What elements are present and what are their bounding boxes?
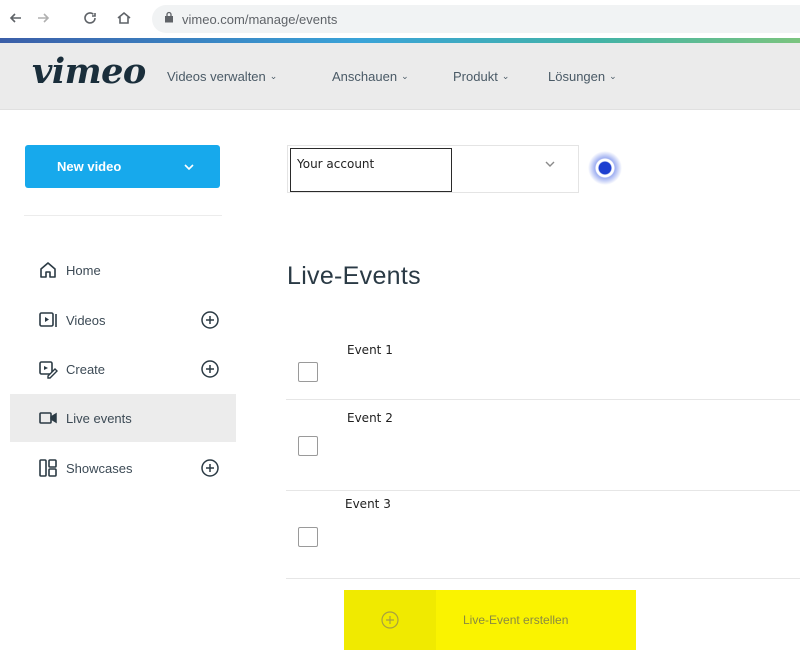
camera-icon [38, 408, 58, 428]
nav-videos-verwalten[interactable]: Videos verwalten ⌄ [167, 69, 277, 84]
nav-label: Anschauen [332, 69, 398, 84]
sidebar-item-live-events[interactable]: Live events [10, 394, 236, 442]
vimeo-logo[interactable]: vimeo [32, 51, 146, 92]
sidebar: New video Home Videos Create Live events… [0, 111, 250, 650]
sidebar-item-label: Live events [66, 410, 132, 426]
event-name[interactable]: Event 2 [347, 411, 393, 425]
top-navigation: vimeo Videos verwalten ⌄ Anschauen ⌄ Pro… [0, 43, 800, 110]
chevron-down-icon [184, 159, 194, 174]
row-divider [286, 490, 800, 491]
sidebar-divider [24, 215, 222, 216]
new-video-button[interactable]: New video [25, 145, 220, 188]
forward-icon[interactable] [33, 8, 53, 28]
create-live-event-label: Live-Event erstellen [463, 613, 569, 627]
add-video-icon[interactable] [200, 310, 220, 330]
row-divider [286, 399, 800, 400]
nav-anschauen[interactable]: Anschauen ⌄ [332, 69, 409, 84]
event-checkbox[interactable] [298, 362, 318, 382]
home-browser-icon[interactable] [114, 8, 134, 28]
chevron-down-icon: ⌄ [609, 71, 617, 81]
sidebar-item-home[interactable]: Home [10, 246, 236, 294]
nav-label: Produkt [453, 69, 498, 84]
lock-icon [164, 10, 174, 28]
row-divider [286, 578, 800, 579]
account-select-value[interactable]: Your account [290, 148, 452, 192]
nav-loesungen[interactable]: Lösungen ⌄ [548, 69, 617, 84]
video-icon [38, 310, 58, 330]
add-create-icon[interactable] [200, 359, 220, 379]
chevron-down-icon: ⌄ [269, 71, 278, 81]
showcase-icon [38, 458, 58, 478]
chevron-down-icon[interactable] [543, 157, 557, 171]
sidebar-item-create[interactable]: Create [10, 345, 236, 393]
add-showcase-icon[interactable] [200, 458, 220, 478]
event-name[interactable]: Event 3 [345, 497, 391, 511]
sidebar-item-videos[interactable]: Videos [10, 296, 236, 344]
event-checkbox[interactable] [298, 436, 318, 456]
back-icon[interactable] [6, 8, 26, 28]
new-video-label: New video [57, 159, 122, 174]
sidebar-item-showcases[interactable]: Showcases [10, 444, 236, 492]
nav-label: Videos verwalten [167, 69, 266, 84]
browser-toolbar: vimeo.com/manage/events [0, 0, 800, 38]
url-text: vimeo.com/manage/events [182, 11, 338, 27]
reload-icon[interactable] [80, 8, 100, 28]
chevron-down-icon: ⌄ [501, 71, 510, 81]
event-name[interactable]: Event 1 [347, 343, 393, 357]
add-circle-icon [344, 590, 436, 650]
chevron-down-icon: ⌄ [401, 71, 409, 81]
create-live-event-button[interactable]: Live-Event erstellen [344, 590, 636, 650]
sidebar-item-label: Create [66, 361, 106, 377]
page-title: Live-Events [287, 262, 421, 290]
sidebar-item-label: Videos [66, 312, 106, 328]
radio-button[interactable] [588, 151, 622, 185]
address-bar[interactable]: vimeo.com/manage/events [152, 5, 800, 33]
nav-produkt[interactable]: Produkt ⌄ [453, 69, 509, 84]
event-checkbox[interactable] [298, 527, 318, 547]
create-icon [38, 359, 58, 379]
home-icon [38, 260, 58, 280]
sidebar-item-label: Home [66, 262, 101, 278]
sidebar-item-label: Showcases [66, 460, 133, 476]
nav-label: Lösungen [548, 69, 606, 84]
